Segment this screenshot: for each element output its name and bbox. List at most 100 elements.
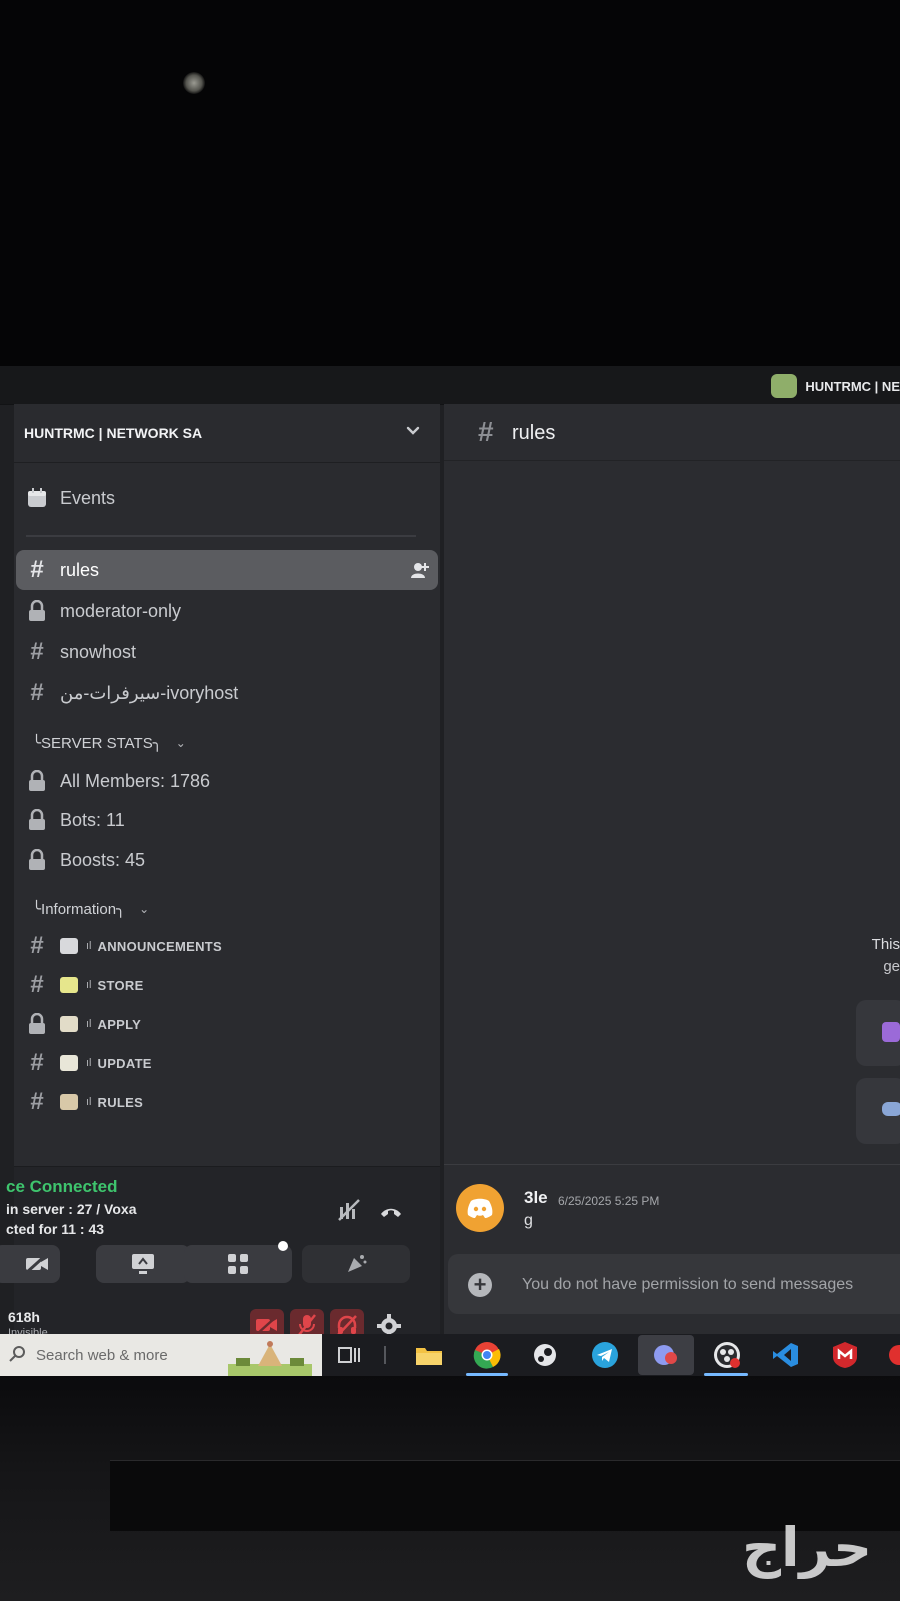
steam-icon[interactable] [530, 1340, 560, 1370]
server-header[interactable]: HUNTRMC | NETWORK SA [14, 404, 440, 463]
message-composer[interactable]: + You do not have permission to send mes… [448, 1254, 900, 1314]
disconnect-icon[interactable] [378, 1199, 404, 1225]
hash-icon: # [30, 1049, 44, 1076]
notepad-icon [60, 1055, 78, 1071]
noise-suppression-icon[interactable] [336, 1197, 362, 1223]
camera-button[interactable] [0, 1245, 60, 1283]
taskbar-search[interactable]: Search web & more [0, 1334, 322, 1376]
attach-plus-icon[interactable]: + [468, 1273, 492, 1297]
mcafee-icon[interactable] [830, 1340, 860, 1370]
hash-icon: # [30, 971, 44, 998]
channel-apply[interactable]: ıl APPLY [16, 1004, 438, 1044]
username[interactable]: 618h [8, 1309, 40, 1325]
chevron-down-icon: ⌄ [175, 736, 186, 750]
channel-update[interactable]: # ıl UPDATE [16, 1043, 438, 1083]
clipboard-icon [60, 1094, 78, 1110]
signal-bars-glyph: ıl [86, 979, 92, 991]
voice-channel-info: in server : 27 / Voxa [6, 1201, 137, 1217]
channel-snowhost[interactable]: # snowhost [16, 632, 438, 672]
camera-off-icon [24, 1253, 48, 1275]
chat-header: # rules [444, 404, 900, 461]
os-taskbar: Search web & more [0, 1334, 900, 1376]
discord-logo-icon [467, 1198, 493, 1218]
pencil-icon [60, 1016, 78, 1032]
discord-taskbar-icon[interactable] [638, 1335, 694, 1375]
activities-icon [228, 1254, 248, 1274]
avatar[interactable] [456, 1184, 504, 1232]
welcome-card[interactable] [856, 1078, 900, 1144]
soundboard-button[interactable] [302, 1245, 410, 1283]
stat-boosts[interactable]: Boosts: 45 [16, 840, 438, 880]
channel-rules-info[interactable]: # ıl RULES [16, 1082, 438, 1122]
hash-icon: # [478, 416, 494, 447]
hash-icon: # [30, 932, 44, 959]
mic-off-icon [298, 1314, 316, 1336]
task-view-icon[interactable] [338, 1346, 360, 1364]
stat-label: Boosts: 45 [60, 849, 146, 870]
channel-title: rules [512, 422, 556, 444]
category-information[interactable]: ╰Information╮ ⌄ [32, 900, 149, 918]
composer-placeholder: You do not have permission to send messa… [522, 1276, 854, 1293]
voice-status[interactable]: ce Connected [6, 1177, 117, 1197]
notification-dot [278, 1241, 288, 1251]
channel-label: سيرفرات-من-ivoryhost [60, 682, 239, 703]
channel-label: snowhost [60, 641, 137, 662]
voice-duration: cted for 11 : 43 [6, 1221, 105, 1237]
calendar-icon [24, 485, 50, 511]
channel-rules[interactable]: # rules [16, 550, 438, 590]
channel-label: ANNOUNCEMENTS [97, 938, 223, 954]
hash-icon: # [30, 556, 44, 583]
message-timestamp: 6/25/2025 5:25 PM [558, 1194, 660, 1208]
titlebar-server: HUNTRMC | NE [771, 374, 900, 398]
lock-icon [24, 598, 50, 624]
channel-label: moderator-only [60, 600, 182, 621]
welcome-card[interactable] [856, 1000, 900, 1066]
search-placeholder: Search web & more [36, 1347, 168, 1364]
telegram-icon[interactable] [590, 1340, 620, 1370]
invite-icon [882, 1022, 900, 1042]
channel-ivoryhost[interactable]: # سيرفرات-من-ivoryhost [16, 673, 438, 713]
channel-moderator-only[interactable]: moderator-only [16, 591, 438, 631]
activities-button[interactable] [184, 1241, 292, 1283]
channel-store[interactable]: # ıl STORE [16, 965, 438, 1005]
add-member-icon[interactable] [410, 560, 430, 580]
signal-bars-glyph: ıl [86, 1018, 92, 1030]
channel-label: UPDATE [97, 1055, 152, 1071]
search-highlight-illustration-icon [228, 1341, 312, 1376]
screen-share-icon [132, 1254, 154, 1274]
chrome-icon[interactable] [472, 1340, 502, 1370]
category-server-stats[interactable]: ╰SERVER STATS╮ ⌄ [32, 734, 186, 752]
stat-bots[interactable]: Bots: 11 [16, 800, 438, 840]
lock-icon [24, 768, 50, 794]
message-body: g [524, 1212, 533, 1229]
obs-icon[interactable] [712, 1340, 742, 1370]
soundboard-icon [348, 1255, 367, 1272]
signal-bars-glyph: ıl [86, 1096, 92, 1108]
lock-icon [24, 847, 50, 873]
channel-label: STORE [97, 977, 144, 993]
channel-sidebar: HUNTRMC | NETWORK SA Events # rules mode… [0, 404, 440, 1367]
sparkle-icon [60, 977, 78, 993]
file-explorer-icon[interactable] [414, 1340, 444, 1370]
welcome-text-line2: ge [883, 958, 900, 975]
watermark-logo: حراج [742, 1516, 872, 1579]
events-label: Events [60, 487, 116, 508]
chevron-down-icon[interactable] [404, 422, 422, 440]
hash-icon: # [30, 1088, 44, 1115]
hash-icon: # [30, 679, 44, 706]
vscode-icon[interactable] [770, 1340, 800, 1370]
channel-announcements[interactable]: # ıl ANNOUNCEMENTS [16, 926, 438, 966]
screen-share-button[interactable] [96, 1245, 190, 1283]
chevron-down-icon: ⌄ [139, 902, 150, 916]
sidebar-divider [26, 535, 416, 537]
message-author[interactable]: 3le [524, 1188, 548, 1208]
hash-icon: # [30, 638, 44, 665]
window-titlebar: HUNTRMC | NE [0, 366, 900, 405]
megaphone-icon [60, 938, 78, 954]
events-item[interactable]: Events [16, 478, 438, 518]
app-icon[interactable] [884, 1340, 900, 1370]
signal-bars-glyph: ıl [86, 1057, 92, 1069]
camera-glare [183, 72, 205, 94]
chat-area: # rules This ge 3le 6/25/2025 5:25 PM g … [444, 404, 900, 1334]
stat-all-members[interactable]: All Members: 1786 [16, 761, 438, 801]
